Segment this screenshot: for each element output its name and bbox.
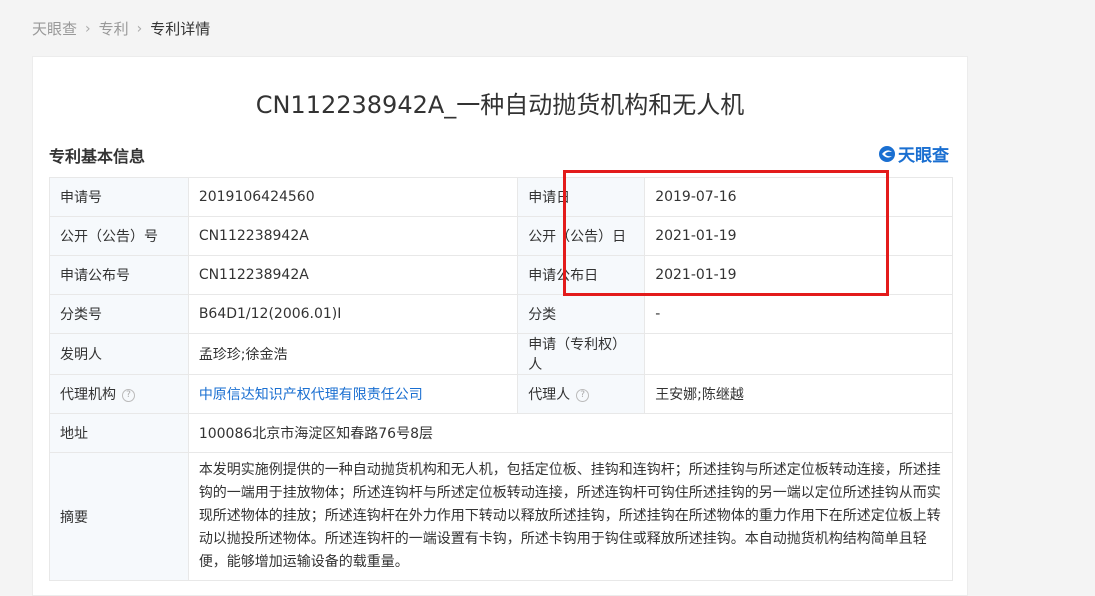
chevron-right-icon: › bbox=[136, 20, 143, 37]
label-address: 地址 bbox=[49, 413, 189, 453]
page-title: CN112238942A_一种自动抛货机构和无人机 bbox=[255, 91, 745, 119]
label-application-no: 申请号 bbox=[49, 177, 189, 217]
label-inventor: 发明人 bbox=[49, 333, 189, 375]
breadcrumb-home[interactable]: 天眼查 bbox=[32, 18, 77, 39]
table-row: 申请公布号 CN112238942A 申请公布日 2021-01-19 bbox=[49, 255, 953, 295]
help-icon[interactable]: ? bbox=[122, 388, 135, 402]
value-abstract: 本发明实施例提供的一种自动抛货机构和无人机，包括定位板、挂钩和连钩杆；所述挂钩与… bbox=[187, 452, 954, 581]
value-applicant bbox=[644, 333, 953, 375]
value-classification-no: B64D1/12(2006.01)I bbox=[187, 294, 519, 334]
label-agent: 代理人? bbox=[517, 374, 646, 414]
label-publication-no: 公开（公告）号 bbox=[49, 216, 189, 256]
label-application-date: 申请日 bbox=[517, 177, 646, 217]
value-publication-date: 2021-01-19 bbox=[644, 216, 953, 256]
value-application-date: 2019-07-16 bbox=[644, 177, 953, 217]
patent-card: CN112238942A_一种自动抛货机构和无人机 专利基本信息 天眼查 申请号… bbox=[32, 56, 968, 596]
value-inventor: 孟珍珍;徐金浩 bbox=[187, 333, 519, 375]
value-address: 100086北京市海淀区知春路76号8层 bbox=[187, 413, 954, 453]
section-title: 专利基本信息 bbox=[49, 147, 146, 166]
logo-text: 天眼查 bbox=[898, 146, 949, 166]
table-row: 地址 100086北京市海淀区知春路76号8层 bbox=[49, 413, 954, 453]
table-row: 分类号 B64D1/12(2006.01)I 分类 - bbox=[49, 294, 953, 334]
value-app-pub-date: 2021-01-19 bbox=[644, 255, 953, 295]
table-row: 代理机构? 中原信达知识产权代理有限责任公司 代理人? 王安娜;陈继越 bbox=[49, 374, 953, 414]
label-agent-text: 代理人 bbox=[528, 387, 571, 403]
chevron-right-icon: › bbox=[85, 20, 91, 37]
agency-link[interactable]: 中原信达知识产权代理有限责任公司 bbox=[187, 374, 519, 414]
label-abstract: 摘要 bbox=[49, 452, 189, 581]
value-publication-no: CN112238942A bbox=[187, 216, 519, 256]
breadcrumb-patent[interactable]: 专利 bbox=[99, 18, 129, 39]
label-classification-no: 分类号 bbox=[49, 294, 189, 334]
table-row: 公开（公告）号 CN112238942A 公开（公告）日 2021-01-19 bbox=[49, 216, 953, 256]
table-row: 发明人 孟珍珍;徐金浩 申请（专利权）人 bbox=[49, 333, 953, 375]
help-icon[interactable]: ? bbox=[576, 388, 590, 402]
label-app-pub-no: 申请公布号 bbox=[49, 255, 189, 295]
label-classification: 分类 bbox=[517, 294, 646, 334]
label-publication-date: 公开（公告）日 bbox=[517, 216, 646, 256]
patent-info-table: 申请号 2019106424560 申请日 2019-07-16 公开（公告）号… bbox=[49, 177, 954, 581]
value-app-pub-no: CN112238942A bbox=[187, 255, 519, 295]
breadcrumb: 天眼查 › 专利 › 专利详情 bbox=[32, 18, 210, 39]
tianyancha-logo: 天眼查 bbox=[878, 141, 949, 166]
value-classification: - bbox=[644, 294, 953, 334]
label-agency-text: 代理机构 bbox=[60, 387, 116, 403]
value-agent: 王安娜;陈继越 bbox=[644, 374, 953, 414]
value-application-no: 2019106424560 bbox=[187, 177, 519, 217]
label-applicant: 申请（专利权）人 bbox=[517, 333, 646, 375]
table-row: 申请号 2019106424560 申请日 2019-07-16 bbox=[49, 177, 953, 217]
logo-icon bbox=[879, 145, 895, 162]
table-row: 摘要 本发明实施例提供的一种自动抛货机构和无人机，包括定位板、挂钩和连钩杆；所述… bbox=[49, 452, 954, 581]
breadcrumb-current: 专利详情 bbox=[150, 20, 211, 38]
label-app-pub-date: 申请公布日 bbox=[517, 255, 646, 295]
label-agency: 代理机构? bbox=[49, 374, 189, 414]
